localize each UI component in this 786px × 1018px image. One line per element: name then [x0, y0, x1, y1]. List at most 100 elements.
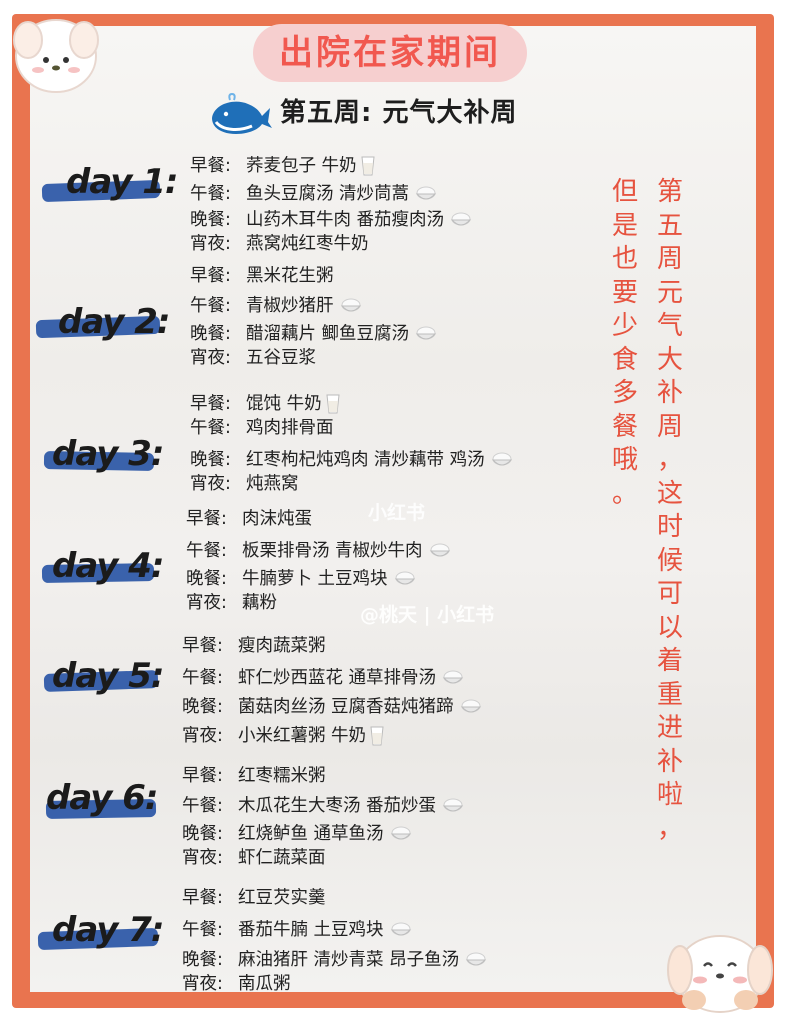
meal-dishes: 菌菇肉丝汤 豆腐香菇炖猪蹄 [238, 697, 454, 717]
side-note-char: 哦 [611, 445, 638, 475]
meal-type: 午餐: [190, 184, 231, 204]
meal-line-day2-1: 早餐: 黑米花生粥 [190, 262, 334, 287]
meal-type: 宵夜: [182, 848, 223, 868]
side-note-char: 食 [611, 344, 638, 375]
meal-dishes: 麻油猪肝 清炒青菜 昂子鱼汤 [238, 950, 460, 970]
day-4-label: day 4: [52, 546, 164, 586]
meal-type: 宵夜: [190, 474, 231, 494]
side-note-char: 重 [656, 679, 683, 710]
side-note-column-1: 第五周元气大补周，这时候可以着重进补啦， [655, 176, 685, 846]
side-note-column-2: 但是也要少食多餐哦。 [610, 176, 640, 511]
meal-type: 午餐: [190, 296, 231, 316]
meal-line-day3-1: 早餐: 馄饨 牛奶 [190, 390, 340, 415]
meal-dishes: 南瓜粥 [238, 974, 291, 994]
side-note-char: 周 [656, 244, 683, 274]
rice-bowl-icon [394, 571, 415, 585]
side-note-char: 啦 [656, 780, 683, 810]
whale-icon [212, 93, 272, 134]
side-note-char: 。 [611, 478, 638, 509]
side-note-char: 要 [611, 277, 638, 308]
meal-line-day1-1: 早餐: 荞麦包子 牛奶 [190, 152, 375, 177]
watermark-mid: @桃天 | 小红书 [360, 604, 495, 626]
rice-bowl-icon [442, 670, 464, 684]
page-title: 出院在家期间 [279, 33, 501, 73]
side-note-char: 大 [656, 344, 683, 375]
meal-type: 晚餐: [182, 697, 223, 717]
side-note-char: 补 [656, 378, 683, 408]
meal-dishes: 木瓜花生大枣汤 番茄炒蛋 [238, 796, 437, 816]
rice-bowl-icon [442, 798, 464, 812]
side-note-char: 多 [611, 378, 638, 408]
meal-line-day5-4: 宵夜: 小米红薯粥 牛奶 [182, 722, 384, 747]
side-note-char: ， [656, 445, 683, 475]
meal-type: 早餐: [186, 509, 227, 529]
meal-dishes: 山药木耳牛肉 番茄瘦肉汤 [246, 210, 445, 230]
side-note-char: 五 [656, 210, 683, 241]
meal-line-day4-2: 午餐: 板栗排骨汤 青椒炒牛肉 [186, 537, 451, 562]
meal-line-day5-1: 早餐: 瘦肉蔬菜粥 [182, 632, 326, 657]
side-note-char: 着 [656, 646, 683, 676]
meal-line-day7-1: 早餐: 红豆芡实羹 [182, 884, 326, 909]
meal-line-day2-4: 宵夜: 五谷豆浆 [190, 344, 316, 369]
meal-type: 早餐: [190, 394, 231, 414]
meal-dishes: 小米红薯粥 牛奶 [238, 726, 367, 746]
side-note-char: 少 [611, 311, 638, 341]
meal-dishes: 番茄牛腩 土豆鸡块 [238, 920, 384, 940]
side-note-char: 周 [656, 411, 683, 442]
meal-line-day7-2: 午餐: 番茄牛腩 土豆鸡块 [182, 916, 412, 941]
poster: 出院在家期间 第五周: 元气大补周 day 1: day 2: day 3: d… [0, 0, 786, 1018]
milk-cup-icon [361, 156, 375, 176]
meal-dishes: 荞麦包子 牛奶 [246, 156, 357, 176]
meal-dishes: 馄饨 牛奶 [246, 394, 322, 414]
watermark-top: 小红书 [368, 502, 426, 524]
rice-bowl-icon [340, 298, 361, 312]
rice-bowl-icon [491, 452, 512, 466]
meal-line-day2-3: 晚餐: 醋溜藕片 鲫鱼豆腐汤 [190, 320, 437, 345]
side-note-char: 气 [656, 311, 683, 341]
meal-dishes: 板栗排骨汤 青椒炒牛肉 [242, 541, 423, 561]
meal-line-day3-2: 午餐: 鸡肉排骨面 [190, 414, 334, 439]
meal-dishes: 红豆芡实羹 [238, 888, 326, 908]
rice-bowl-icon [390, 922, 411, 936]
meal-line-day1-4: 宵夜: 燕窝炖红枣牛奶 [190, 230, 369, 255]
meal-type: 宵夜: [190, 348, 231, 368]
side-note-char: 这 [656, 478, 683, 509]
meal-type: 午餐: [190, 418, 231, 438]
meal-line-day5-3: 晚餐: 菌菇肉丝汤 豆腐香菇炖猪蹄 [182, 693, 482, 718]
rice-bowl-icon [429, 543, 450, 557]
meal-line-day7-3: 晚餐: 麻油猪肝 清炒青菜 昂子鱼汤 [182, 946, 487, 971]
side-note-char: 可 [656, 579, 683, 609]
side-note-char: 第 [656, 177, 683, 207]
meal-type: 晚餐: [190, 450, 231, 470]
meal-type: 早餐: [182, 636, 223, 656]
side-note-char: 也 [611, 244, 638, 274]
side-note-char: 餐 [611, 411, 638, 442]
side-note-char: 但 [611, 177, 638, 207]
meal-line-day3-3: 晚餐: 红枣枸杞炖鸡肉 清炒藕带 鸡汤 [190, 446, 513, 471]
milk-cup-icon [370, 726, 384, 746]
meal-dishes: 五谷豆浆 [246, 348, 316, 368]
meal-dishes: 红枣糯米粥 [238, 766, 326, 786]
meal-type: 午餐: [182, 796, 223, 816]
meal-dishes: 红烧鲈鱼 通草鱼汤 [238, 824, 384, 844]
meal-type: 晚餐: [182, 950, 223, 970]
meal-type: 晚餐: [190, 210, 231, 230]
rice-bowl-icon [415, 186, 437, 200]
meal-type: 早餐: [190, 266, 231, 286]
meal-line-day6-1: 早餐: 红枣糯米粥 [182, 762, 326, 787]
side-note-char: 元 [656, 277, 683, 308]
milk-cup-icon [326, 394, 340, 414]
meal-type: 宵夜: [190, 234, 231, 254]
meal-type: 午餐: [182, 920, 223, 940]
side-note-char: 时 [656, 512, 683, 542]
meal-type: 午餐: [182, 668, 223, 688]
puppy-sticker-top-left [13, 19, 99, 93]
meal-line-day2-2: 午餐: 青椒炒猪肝 [190, 292, 362, 317]
meal-dishes: 肉沫炖蛋 [242, 509, 312, 529]
meal-line-day1-3: 晚餐: 山药木耳牛肉 番茄瘦肉汤 [190, 206, 472, 231]
meal-type: 早餐: [182, 888, 223, 908]
meal-dishes: 藕粉 [242, 593, 277, 613]
meal-dishes: 黑米花生粥 [246, 266, 334, 286]
rice-bowl-icon [460, 699, 481, 713]
meal-line-day5-2: 午餐: 虾仁炒西蓝花 通草排骨汤 [182, 664, 464, 689]
